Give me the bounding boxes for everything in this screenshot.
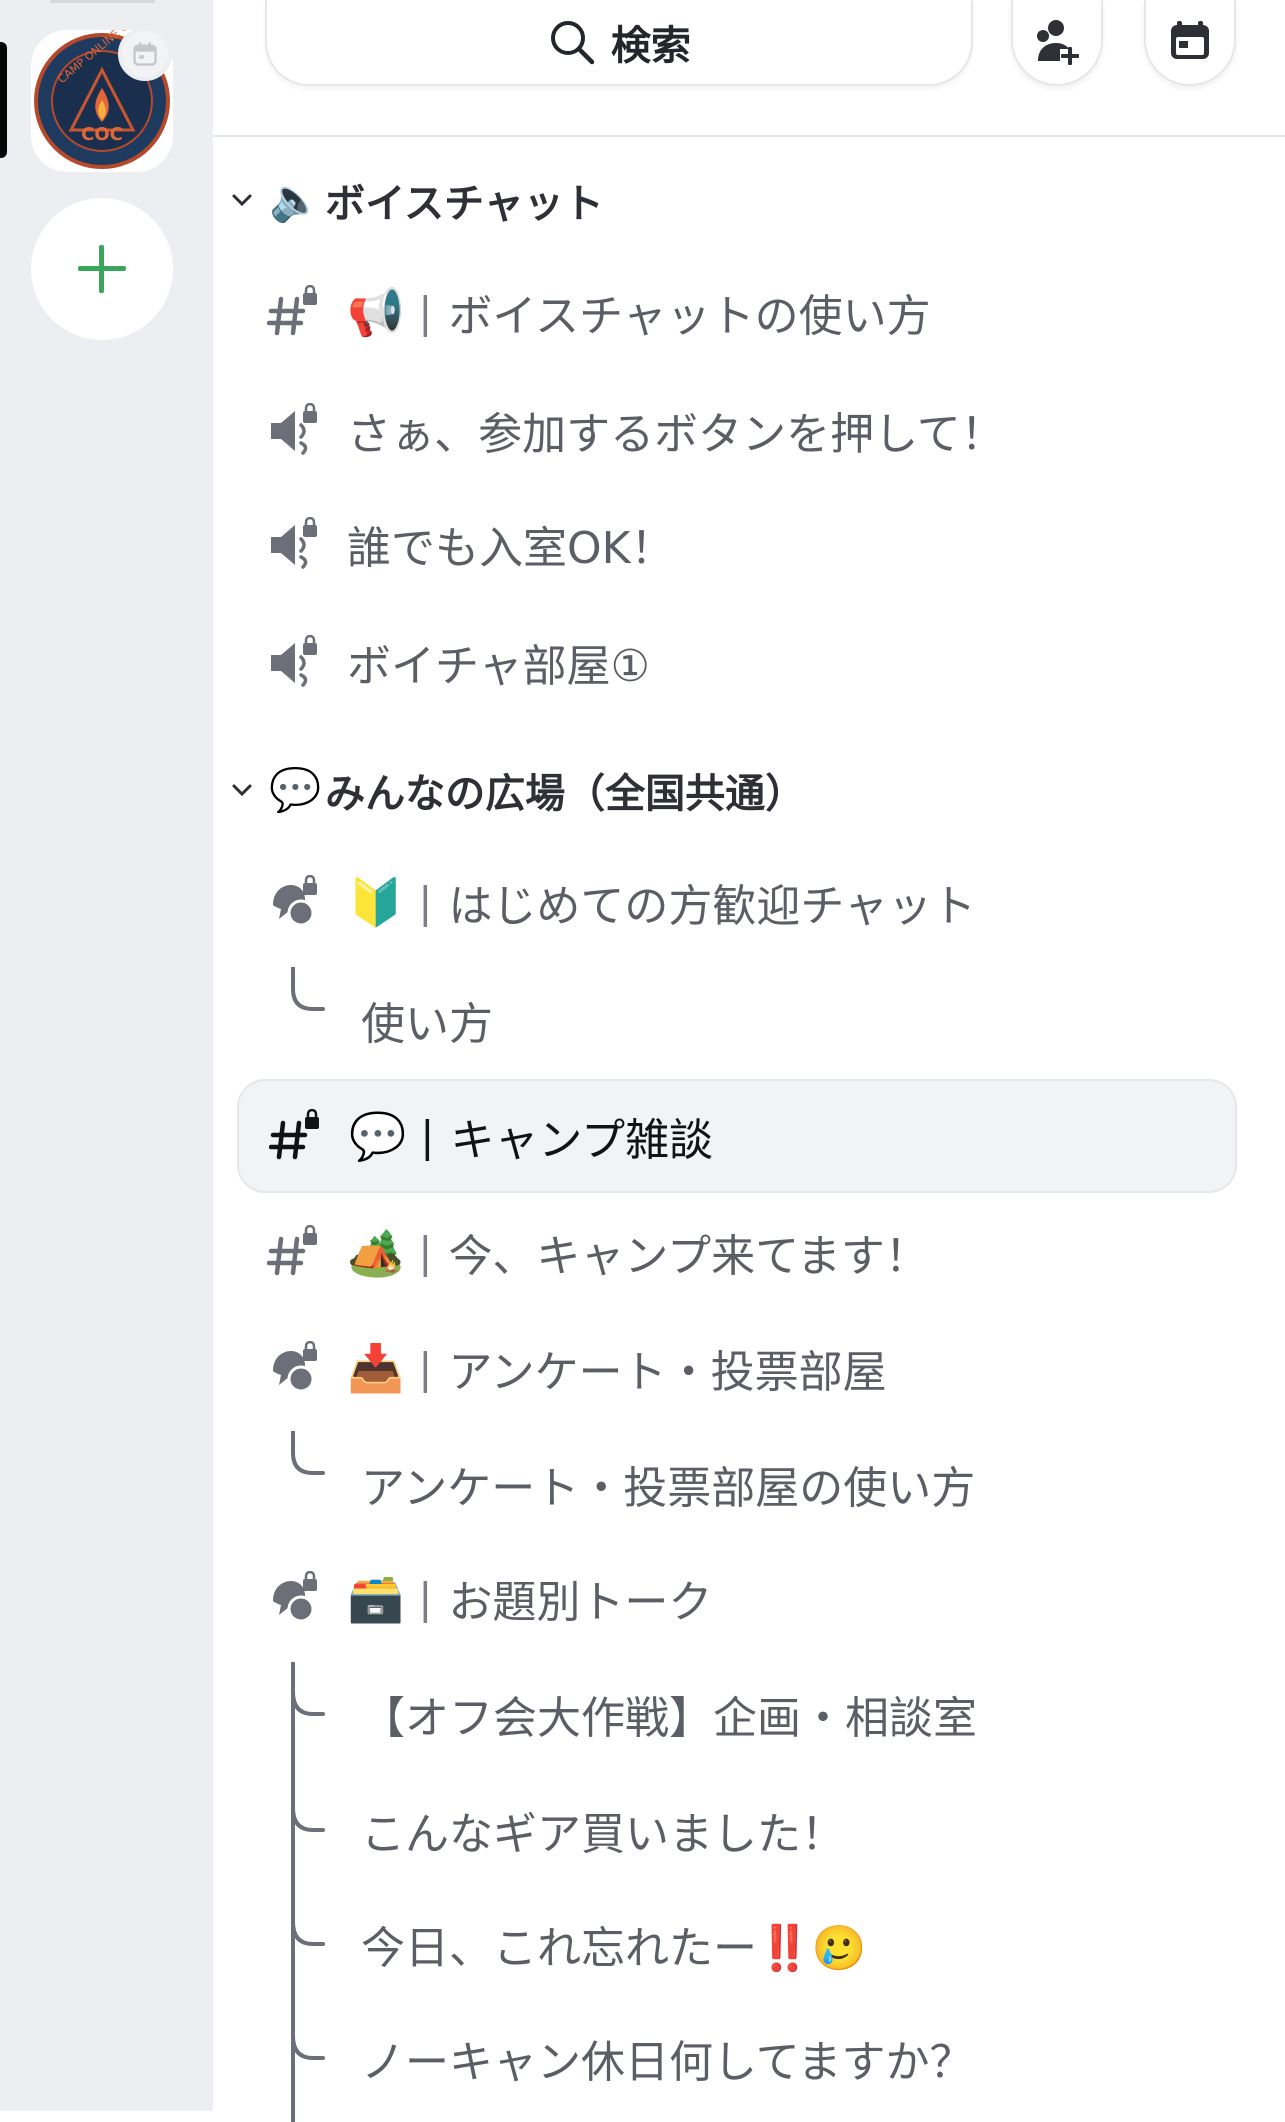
category-label: みんなの広場（全国共通） [325, 771, 806, 817]
channel-topic-talk[interactable]: 🗃️ | お題別トーク [237, 1543, 1237, 1653]
locked-text-channel-icon [269, 1108, 325, 1164]
thread-forgot-today[interactable]: 今日、これ忘れたー‼️🥲 [237, 1889, 867, 1999]
channel-name: ボイチャ部屋① [347, 641, 651, 692]
search-button[interactable]: 検索 [265, 0, 973, 86]
chevron-down-icon [229, 186, 257, 214]
thread-offkai-planning[interactable]: 【オフ会大作戦】企画・相談室 [237, 1659, 977, 1769]
separator: | [420, 1111, 435, 1161]
thread-name: 【オフ会大作戦】企画・相談室 [361, 1693, 977, 1744]
channel-beginners-welcome[interactable]: 🔰 | はじめての方歓迎チャット [237, 847, 1237, 957]
separator: | [418, 287, 433, 337]
thread-survey-howto[interactable]: アンケート・投票部屋の使い方 [237, 1429, 975, 1539]
locked-forum-channel-icon [267, 1570, 323, 1626]
inbox-tray-icon: 📥 [347, 1340, 405, 1395]
channel-name: さぁ、参加するボタンを押して！ [347, 409, 1005, 460]
separator: | [418, 1573, 433, 1623]
calendar-icon [1171, 21, 1209, 59]
channel-voice-anyone[interactable]: 誰でも入室OK！ [237, 489, 1237, 599]
megaphone-icon: 📢 [347, 284, 405, 339]
speaker-icon: 🔈 [269, 175, 322, 224]
separator: | [418, 1227, 433, 1277]
channel-camping-now[interactable]: 🏕️ | 今、キャンプ来てます！ [237, 1197, 1237, 1307]
thread-name: アンケート・投票部屋の使い方 [361, 1463, 976, 1514]
thread-name: 今日、これ忘れたー‼️🥲 [361, 1923, 867, 1974]
thread-name: こんなギア買いました！ [361, 1809, 845, 1860]
separator: | [418, 1343, 433, 1393]
add-server-button[interactable] [31, 198, 173, 340]
card-file-box-icon: 🗃️ [347, 1570, 405, 1625]
chevron-down-icon [229, 776, 257, 804]
locked-voice-channel-icon [267, 402, 323, 458]
plus-icon [78, 245, 126, 293]
channel-voice-room-1[interactable]: ボイチャ部屋① [237, 607, 1237, 717]
category-label: ボイスチャット [325, 181, 604, 227]
event-badge [118, 27, 172, 81]
locked-forum-channel-icon [267, 1340, 323, 1396]
channel-name: お題別トーク [448, 1577, 713, 1628]
thread-howto[interactable]: 使い方 [237, 965, 493, 1075]
thread-name: ノーキャン休日何してますか？ [361, 2037, 974, 2088]
search-icon [551, 21, 595, 65]
locked-forum-channel-icon [267, 874, 323, 930]
channel-list-header: 検索 [213, 0, 1285, 137]
channel-name: 誰でも入室OK！ [347, 523, 675, 574]
channel-name: アンケート・投票部屋 [448, 1347, 887, 1398]
locked-text-channel-icon [267, 1224, 323, 1280]
rail-divider [50, 0, 155, 3]
locked-voice-channel-icon [267, 516, 323, 572]
separator: | [418, 877, 433, 927]
category-plaza[interactable]: 💬 みんなの広場（全国共通） [229, 760, 805, 820]
thread-name: 使い方 [361, 999, 493, 1050]
channel-name: ボイスチャットの使い方 [448, 291, 931, 342]
channel-voice-join[interactable]: さぁ、参加するボタンを押して！ [237, 375, 1237, 485]
search-label: 検索 [611, 23, 691, 69]
beginner-badge-icon: 🔰 [347, 874, 405, 929]
add-user-icon [1037, 20, 1079, 65]
channel-survey[interactable]: 📥 | アンケート・投票部屋 [237, 1313, 1237, 1423]
channel-name: はじめての方歓迎チャット [448, 881, 976, 932]
invite-members-button[interactable] [1011, 0, 1103, 86]
calendar-icon [133, 42, 157, 66]
channel-name: キャンプ雑談 [450, 1115, 714, 1166]
speech-bubble-icon: 💬 [349, 1108, 407, 1163]
channel-camp-chat[interactable]: 💬 | キャンプ雑談 [237, 1079, 1237, 1193]
selected-server-indicator [0, 42, 7, 158]
events-button[interactable] [1144, 0, 1236, 86]
server-rail: COC CAMP ONLINE C [0, 0, 213, 2111]
locked-voice-channel-icon [267, 634, 323, 690]
thread-new-gear[interactable]: こんなギア買いました！ [237, 1775, 845, 1885]
channel-voice-chat-howto[interactable]: 📢 | ボイスチャットの使い方 [237, 257, 1237, 367]
server-logo-text: COC [81, 124, 123, 145]
tent-icon: 🏕️ [347, 1224, 405, 1279]
thread-no-camp-holiday[interactable]: ノーキャン休日何してますか？ [237, 2003, 973, 2113]
category-voice-chat[interactable]: 🔈 ボイスチャット [229, 170, 604, 230]
speech-bubble-icon: 💬 [269, 765, 322, 814]
locked-text-channel-icon [267, 284, 323, 340]
channel-name: 今、キャンプ来てます！ [448, 1231, 929, 1282]
